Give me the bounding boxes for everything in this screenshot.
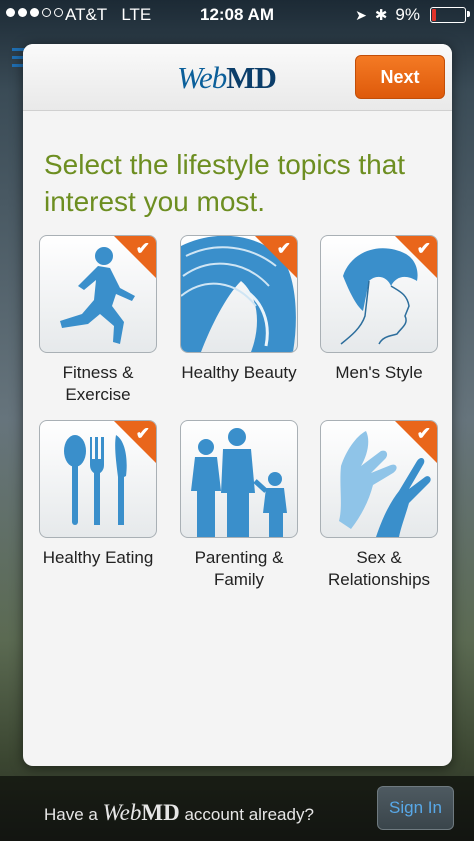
bluetooth-icon: ✱ <box>374 7 388 24</box>
family-icon <box>191 428 287 537</box>
topic-icon-box[interactable]: ✔ <box>320 420 438 538</box>
topic-icon-box[interactable]: ✔ <box>39 235 157 353</box>
sign-in-button[interactable]: Sign In <box>377 786 454 830</box>
page-title: Select the lifestyle topics that interes… <box>44 149 406 217</box>
account-bar: Have a WebMD account already? Sign In <box>0 776 474 841</box>
account-prompt: Have a WebMD account already? <box>44 800 314 825</box>
topic-label: Fitness & Exercise <box>62 363 134 404</box>
battery-icon <box>430 7 470 23</box>
next-button[interactable]: Next <box>355 55 445 99</box>
topic-label: Healthy Beauty <box>181 363 297 382</box>
modal-header: WebMD Next <box>23 44 452 111</box>
topic-sex-relationships[interactable]: ✔ Sex & Relationships <box>309 420 449 591</box>
checkmark-icon: ✔ <box>276 239 291 258</box>
topic-label: Men's Style <box>335 363 423 382</box>
topics-modal: WebMD Next Select the lifestyle topics t… <box>23 44 452 766</box>
topic-healthy-beauty[interactable]: ✔ Healthy Beauty <box>169 235 309 384</box>
topic-label: Healthy Eating <box>42 548 154 567</box>
checkmark-icon: ✔ <box>416 239 431 258</box>
webmd-logo: WebMD <box>177 60 277 95</box>
topic-icon-box[interactable]: ✔ <box>180 235 298 353</box>
topic-fitness-exercise[interactable]: ✔ Fitness & Exercise <box>28 235 168 406</box>
battery-percent: 9% <box>395 5 420 24</box>
topic-icon-box[interactable]: ✔ <box>320 235 438 353</box>
topic-healthy-eating[interactable]: ✔ Healthy Eating <box>28 420 168 569</box>
checkmark-icon: ✔ <box>416 424 431 443</box>
location-arrow-icon: ➤ <box>355 6 367 23</box>
topic-label: Parenting & Family <box>194 548 284 589</box>
checkmark-icon: ✔ <box>135 239 150 258</box>
webmd-logo-small: WebMD <box>102 800 180 825</box>
checkmark-icon: ✔ <box>135 424 150 443</box>
topic-parenting-family[interactable]: Parenting & Family <box>169 420 309 591</box>
topic-mens-style[interactable]: ✔ Men's Style <box>309 235 449 384</box>
status-bar: AT&T LTE 12:08 AM ➤ ✱ 9% <box>0 0 474 30</box>
topic-icon-box[interactable] <box>180 420 298 538</box>
topic-icon-box[interactable]: ✔ <box>39 420 157 538</box>
topic-label: Sex & Relationships <box>327 548 431 589</box>
